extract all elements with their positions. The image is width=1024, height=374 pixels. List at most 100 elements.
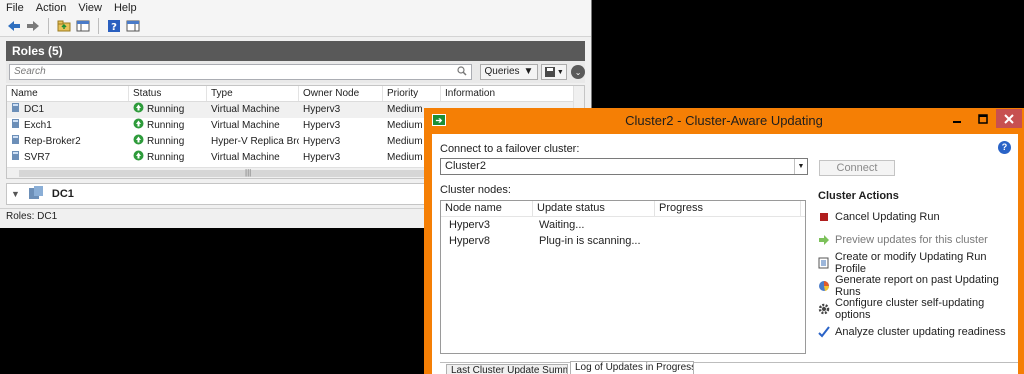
chevron-down-icon: ▼ xyxy=(523,66,534,77)
node-status: Plug-in is scanning... xyxy=(539,235,641,247)
forward-arrow-icon[interactable] xyxy=(25,18,41,34)
cancel-updating-run-action[interactable]: Cancel Updating Run xyxy=(818,209,940,225)
chevron-down-icon[interactable]: ▼ xyxy=(794,159,807,174)
running-icon xyxy=(133,102,144,118)
column-header-status[interactable]: Status xyxy=(129,86,207,101)
menu-bar: File Action View Help xyxy=(0,0,591,15)
cluster-select[interactable]: Cluster2 ▼ xyxy=(440,158,808,175)
running-icon xyxy=(133,118,144,134)
close-button[interactable] xyxy=(996,109,1022,128)
column-header-update-status[interactable]: Update status xyxy=(533,201,655,216)
collapse-icon[interactable]: ⌄ xyxy=(571,65,585,79)
queries-dropdown[interactable]: Queries ▼ xyxy=(479,64,539,80)
row-owner: Hyperv3 xyxy=(303,104,341,115)
document-icon xyxy=(818,257,830,269)
node-status: Waiting... xyxy=(539,219,585,231)
running-icon xyxy=(133,150,144,166)
menu-view[interactable]: View xyxy=(78,2,102,14)
action-label: Cancel Updating Run xyxy=(835,211,940,223)
report-icon xyxy=(818,280,830,292)
column-header-information[interactable]: Information xyxy=(441,86,581,101)
details-role-name: DC1 xyxy=(51,188,74,200)
menu-action[interactable]: Action xyxy=(36,2,67,14)
title-bar[interactable]: ➔ Cluster2 - Cluster-Aware Updating xyxy=(424,108,1024,134)
row-name: Exch1 xyxy=(24,120,52,131)
help-icon[interactable]: ? xyxy=(998,141,1011,154)
chevron-down-icon[interactable]: ▼ xyxy=(11,189,20,199)
cluster-nodes-label: Cluster nodes: xyxy=(440,184,511,196)
toolbar-separator xyxy=(48,17,49,34)
node-name: Hyperv3 xyxy=(449,219,490,231)
properties-pane-icon[interactable] xyxy=(125,18,141,34)
roles-grid-header: Name Status Type Owner Node Priority Inf… xyxy=(7,86,584,102)
row-status: Running xyxy=(147,104,185,115)
tab-last-cluster-update-summary[interactable]: Last Cluster Update Summary xyxy=(446,364,568,374)
configure-self-updating-action[interactable]: Configure cluster self-updating options xyxy=(818,297,1018,321)
vm-icon xyxy=(11,150,21,166)
row-name: SVR7 xyxy=(24,152,51,163)
row-type: Hyper-V Replica Brok... xyxy=(211,136,299,147)
connect-button[interactable]: Connect xyxy=(819,160,895,176)
table-row[interactable]: Hyperv8 Plug-in is scanning... xyxy=(441,233,805,249)
log-tabs: Last Cluster Update Summary Log of Updat… xyxy=(440,361,1018,374)
show-hide-pane-icon[interactable] xyxy=(75,18,91,34)
row-owner: Hyperv3 xyxy=(303,120,341,131)
checkmark-icon xyxy=(818,326,830,338)
create-modify-profile-action[interactable]: Create or modify Updating Run Profile xyxy=(818,251,1018,275)
search-placeholder: Search xyxy=(14,66,46,77)
node-progress xyxy=(655,233,801,249)
connect-label: Connect to a failover cluster: xyxy=(440,143,580,155)
action-label: Generate report on past Updating Runs xyxy=(835,274,999,298)
running-icon xyxy=(133,134,144,150)
analyze-readiness-action[interactable]: Analyze cluster updating readiness xyxy=(818,324,1006,340)
minimize-icon xyxy=(953,120,961,123)
menu-file[interactable]: File xyxy=(6,2,24,14)
row-status: Running xyxy=(147,152,185,163)
search-row: Search Queries ▼ ▼ ⌄ xyxy=(6,61,585,83)
help-book-icon[interactable]: ? xyxy=(106,18,122,34)
action-label: Configure cluster self-updating options xyxy=(835,297,985,321)
minimize-button[interactable] xyxy=(944,109,970,128)
row-name: DC1 xyxy=(24,104,45,115)
column-header-owner-node[interactable]: Owner Node xyxy=(299,86,383,101)
row-type: Virtual Machine xyxy=(211,104,280,115)
generate-report-action[interactable]: Generate report on past Updating Runs xyxy=(818,274,1018,298)
roles-header: Roles (5) xyxy=(6,41,585,61)
node-progress xyxy=(655,217,801,233)
maximize-icon xyxy=(978,113,988,124)
column-header-priority[interactable]: Priority xyxy=(383,86,441,101)
toolbar: ? xyxy=(0,15,591,37)
action-label: Preview updates for this cluster xyxy=(835,234,988,246)
preview-updates-action[interactable]: Preview updates for this cluster xyxy=(818,232,988,248)
action-label: Analyze cluster updating readiness xyxy=(835,326,1006,338)
tab-log-of-updates-in-progress[interactable]: Log of Updates in Progress xyxy=(570,361,694,374)
column-header-name[interactable]: Name xyxy=(7,86,129,101)
save-query-button[interactable]: ▼ xyxy=(541,64,568,80)
queries-label: Queries xyxy=(484,66,520,77)
vm-icon xyxy=(28,185,44,203)
column-header-progress[interactable]: Progress xyxy=(655,201,801,216)
column-header-node-name[interactable]: Node name xyxy=(441,201,533,216)
column-header-type[interactable]: Type xyxy=(207,86,299,101)
arrow-right-icon xyxy=(818,234,830,246)
vm-icon xyxy=(11,118,21,134)
action-label: Create or modify Updating Run Profile xyxy=(834,251,987,275)
search-input[interactable]: Search xyxy=(9,64,472,80)
search-icon[interactable] xyxy=(456,66,467,81)
nodes-table-header: Node name Update status Progress xyxy=(441,201,805,217)
back-arrow-icon[interactable] xyxy=(6,18,22,34)
vm-icon xyxy=(11,134,21,150)
maximize-button[interactable] xyxy=(970,109,996,128)
menu-help[interactable]: Help xyxy=(114,2,137,14)
toolbar-separator xyxy=(98,17,99,34)
chevron-down-icon: ▼ xyxy=(556,68,564,76)
table-row[interactable]: Hyperv3 Waiting... xyxy=(441,217,805,233)
node-name: Hyperv8 xyxy=(449,235,490,247)
folder-up-icon[interactable] xyxy=(56,18,72,34)
gear-icon xyxy=(818,303,830,315)
row-status: Running xyxy=(147,120,185,131)
grip-icon: ||| xyxy=(245,168,252,177)
row-type: Virtual Machine xyxy=(211,152,280,163)
floppy-disk-icon xyxy=(544,67,555,77)
cluster-aware-updating-window: ➔ Cluster2 - Cluster-Aware Updating Conn… xyxy=(424,108,1024,374)
